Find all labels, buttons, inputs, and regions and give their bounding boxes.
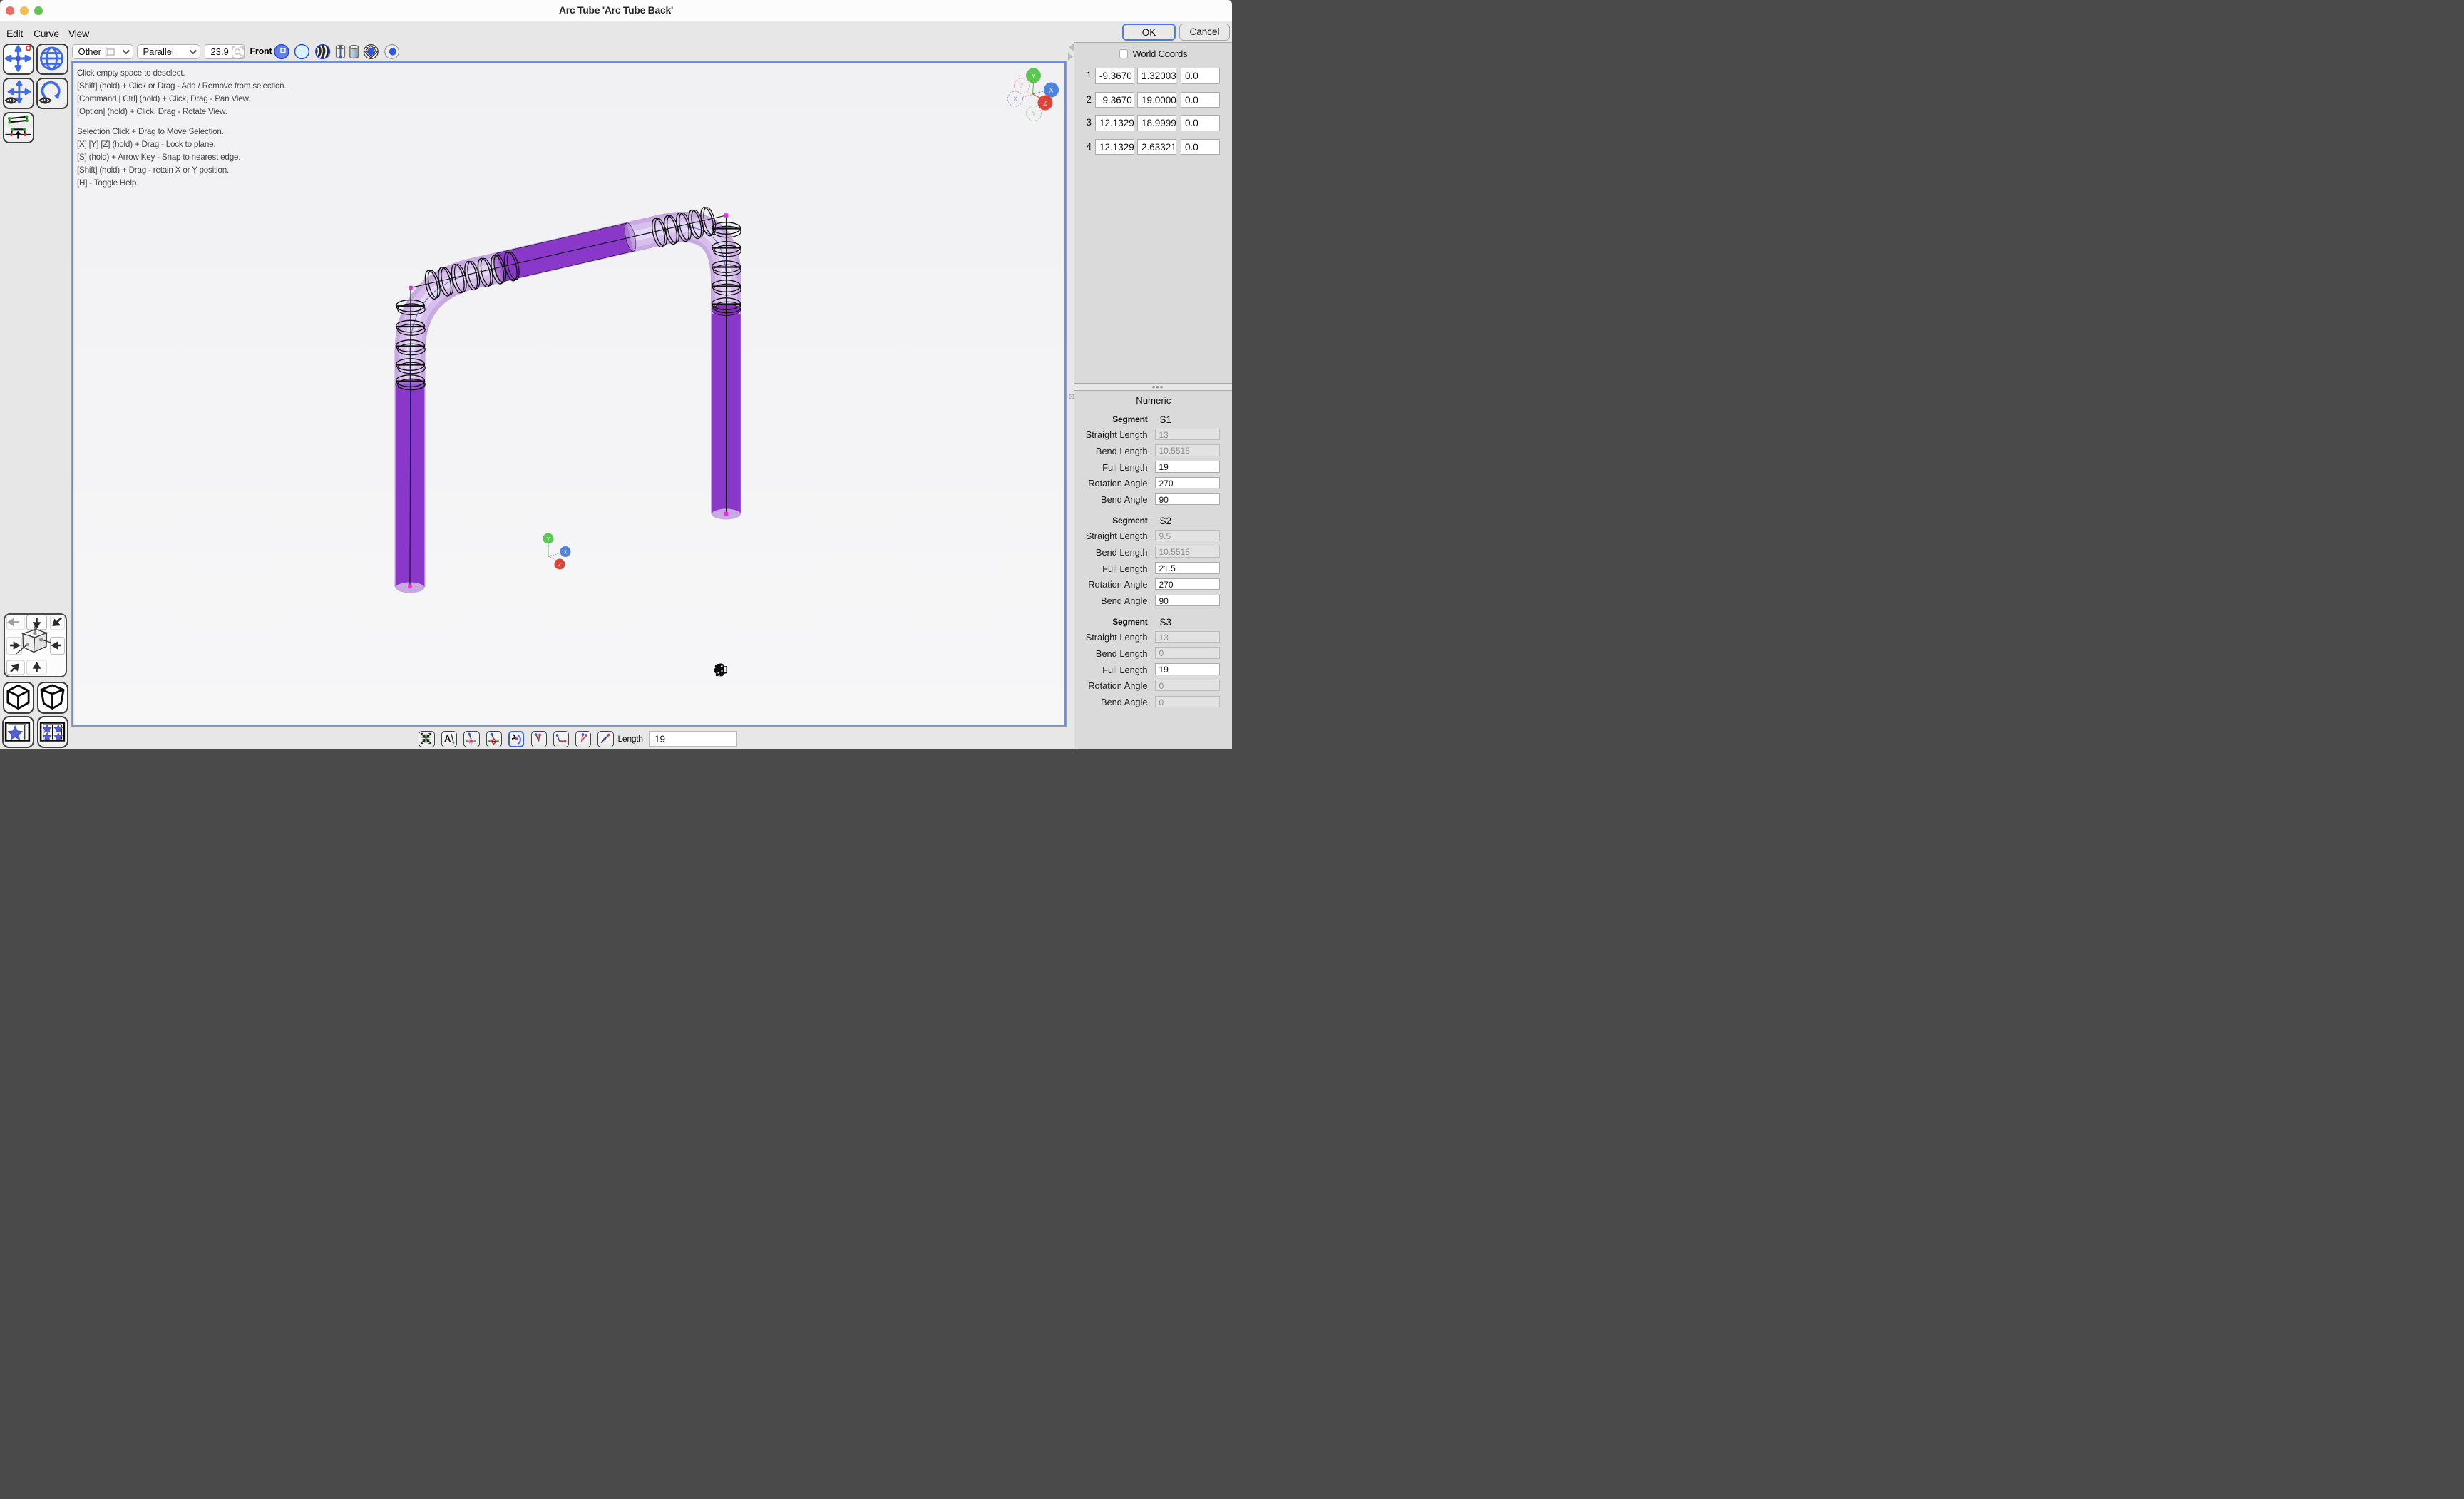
svg-text:Y: Y: [1032, 110, 1036, 117]
svg-text:Y: Y: [546, 536, 550, 542]
svg-text:Z: Z: [1020, 83, 1023, 90]
svg-text:Z: Z: [1043, 100, 1047, 107]
svg-text:A: A: [444, 733, 451, 744]
svg-text:X: X: [1013, 96, 1017, 103]
svg-text:X: X: [1049, 87, 1053, 94]
svg-text:Z: Z: [558, 561, 561, 568]
svg-text:Y: Y: [1031, 73, 1035, 80]
svg-text:X: X: [563, 548, 567, 555]
